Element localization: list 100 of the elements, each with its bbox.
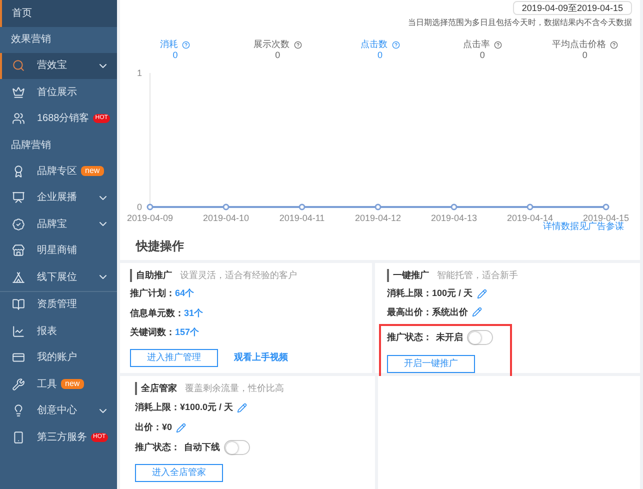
sidebar-label: 第三方服务 [37,430,87,445]
new-badge: new [61,379,84,390]
edit-icon[interactable] [472,307,482,318]
metric-value: 0 [172,50,178,61]
card-subtitle: 覆盖剩余流量，性价比高 [185,382,284,394]
metric-tab[interactable]: 平均点击价格 0 [534,39,636,61]
metric-tab[interactable]: 展示次数 0 [226,39,329,61]
monitor-icon [12,191,25,204]
field-value: 100元 / 天 [432,287,473,300]
action-button[interactable]: 进入推广管理 [130,348,218,367]
lightbulb-icon [12,404,25,418]
help-icon[interactable] [182,40,190,48]
sidebar-label: 首位展示 [37,86,77,100]
phone-icon [12,430,25,444]
metric-value: 0 [582,50,588,61]
metric-value: 0 [480,50,485,61]
card-title: 自助推广 [130,268,172,282]
sidebar-item[interactable]: 线下展位 [0,264,117,290]
action-button[interactable]: 开启一键推广 [387,355,475,373]
card-subtitle: 设置灵活，适合有经验的客户 [180,268,297,282]
book-icon [12,298,25,312]
sidebar-label: 品牌宝 [37,218,67,232]
data-point [222,204,230,210]
field-label: 消耗上限： [387,287,432,300]
field-value: 系统出价 [432,306,468,318]
data-point [146,204,154,210]
field-label: 关键词数： [130,326,175,339]
sidebar-item[interactable]: 资质管理 [0,292,117,318]
x-tick-label: 2019-04-13 [430,213,478,223]
crown-icon [12,86,25,99]
medal-icon [12,164,25,178]
section-title: 快捷操作 [134,238,185,254]
edit-icon[interactable] [176,422,186,432]
store-icon [12,244,25,258]
toggle-switch[interactable] [467,330,493,345]
field-label: 信息单元数： [130,306,184,320]
sidebar-item[interactable]: 营效宝 [0,52,117,79]
data-point [374,204,382,210]
sidebar-item[interactable]: 品牌宝 [0,211,117,238]
x-tick-label: 2019-04-15 [582,213,630,223]
sidebar-label: 工具 [37,378,57,392]
help-icon[interactable] [392,40,400,48]
tent-icon [12,270,25,284]
badge-icon [12,218,25,231]
field-label: 消耗上限： [135,400,180,414]
metric-tab[interactable]: 点击率 0 [431,39,534,61]
metric-label: 点击数 [360,39,388,50]
metric-tab[interactable]: 消耗 0 [124,39,226,61]
x-tick-label: 2019-04-11 [279,213,325,223]
field-value: 31个 [184,306,204,320]
card-title: 一键推广 [387,268,429,282]
wrench-icon [12,378,25,391]
card-subtitle: 智能托管，适合新手 [437,268,518,282]
metric-tab[interactable]: 点击数 0 [328,39,432,61]
sidebar-item[interactable]: 我的账户 [0,344,117,371]
field-value: 自动下线 [184,440,220,454]
data-point [526,204,534,210]
field-label: 最高出价： [387,306,432,318]
x-tick-label: 2019-04-12 [354,213,402,223]
sidebar-label: 营效宝 [37,58,67,74]
sidebar-item[interactable]: 工具 new [0,371,117,398]
metric-value: 0 [275,50,280,61]
edit-icon[interactable] [237,402,248,412]
help-icon[interactable] [294,40,302,48]
sidebar-item[interactable]: 品牌专区 new [0,158,117,184]
field-label: 推广状态： [135,440,180,454]
data-point [298,204,306,210]
action-button[interactable]: 进入全店管家 [135,464,223,482]
field-value: 157个 [175,326,200,339]
help-icon[interactable] [494,40,502,48]
y-tick-label: 1 [136,68,142,78]
data-point [602,204,610,210]
x-tick-label: 2019-04-10 [202,213,250,223]
sidebar-item[interactable]: 企业展播 [0,184,117,211]
toggle-switch[interactable] [224,440,250,455]
sidebar-item[interactable]: 明星商铺 [0,238,117,264]
field-label: 推广状态： [387,330,432,344]
sidebar-label: 首页 [12,6,32,21]
help-icon[interactable] [610,40,618,48]
field-value: 64个 [175,287,194,300]
y-tick-label: 0 [136,202,142,212]
ad-report-link[interactable]: 详情数据见广告参谋 [543,220,624,234]
sidebar-label: 报表 [37,324,57,339]
card-title: 全店管家 [135,382,177,395]
card-icon [12,351,25,364]
edit-icon[interactable] [476,288,487,299]
metric-label: 点击率 [462,39,490,50]
sidebar-item[interactable]: 首页 [0,0,117,26]
x-tick-label: 2019-04-14 [506,213,554,223]
sidebar-label: 资质管理 [37,298,77,312]
sidebar-item[interactable]: 首位展示 [0,79,117,106]
sidebar-item[interactable]: 创意中心 [0,398,117,424]
video-link[interactable]: 观看上手视频 [234,350,288,364]
metric-label: 展示次数 [254,39,290,50]
sidebar-item[interactable]: 报表 [0,318,117,344]
field-value: ¥100.0元 / 天 [180,400,234,414]
section-header: 品牌营销 [10,138,52,152]
sidebar-label: 创意中心 [37,404,77,418]
date-range-picker[interactable]: 2019-04-09至2019-04-15 [512,1,632,15]
field-label: 出价： [135,420,162,434]
